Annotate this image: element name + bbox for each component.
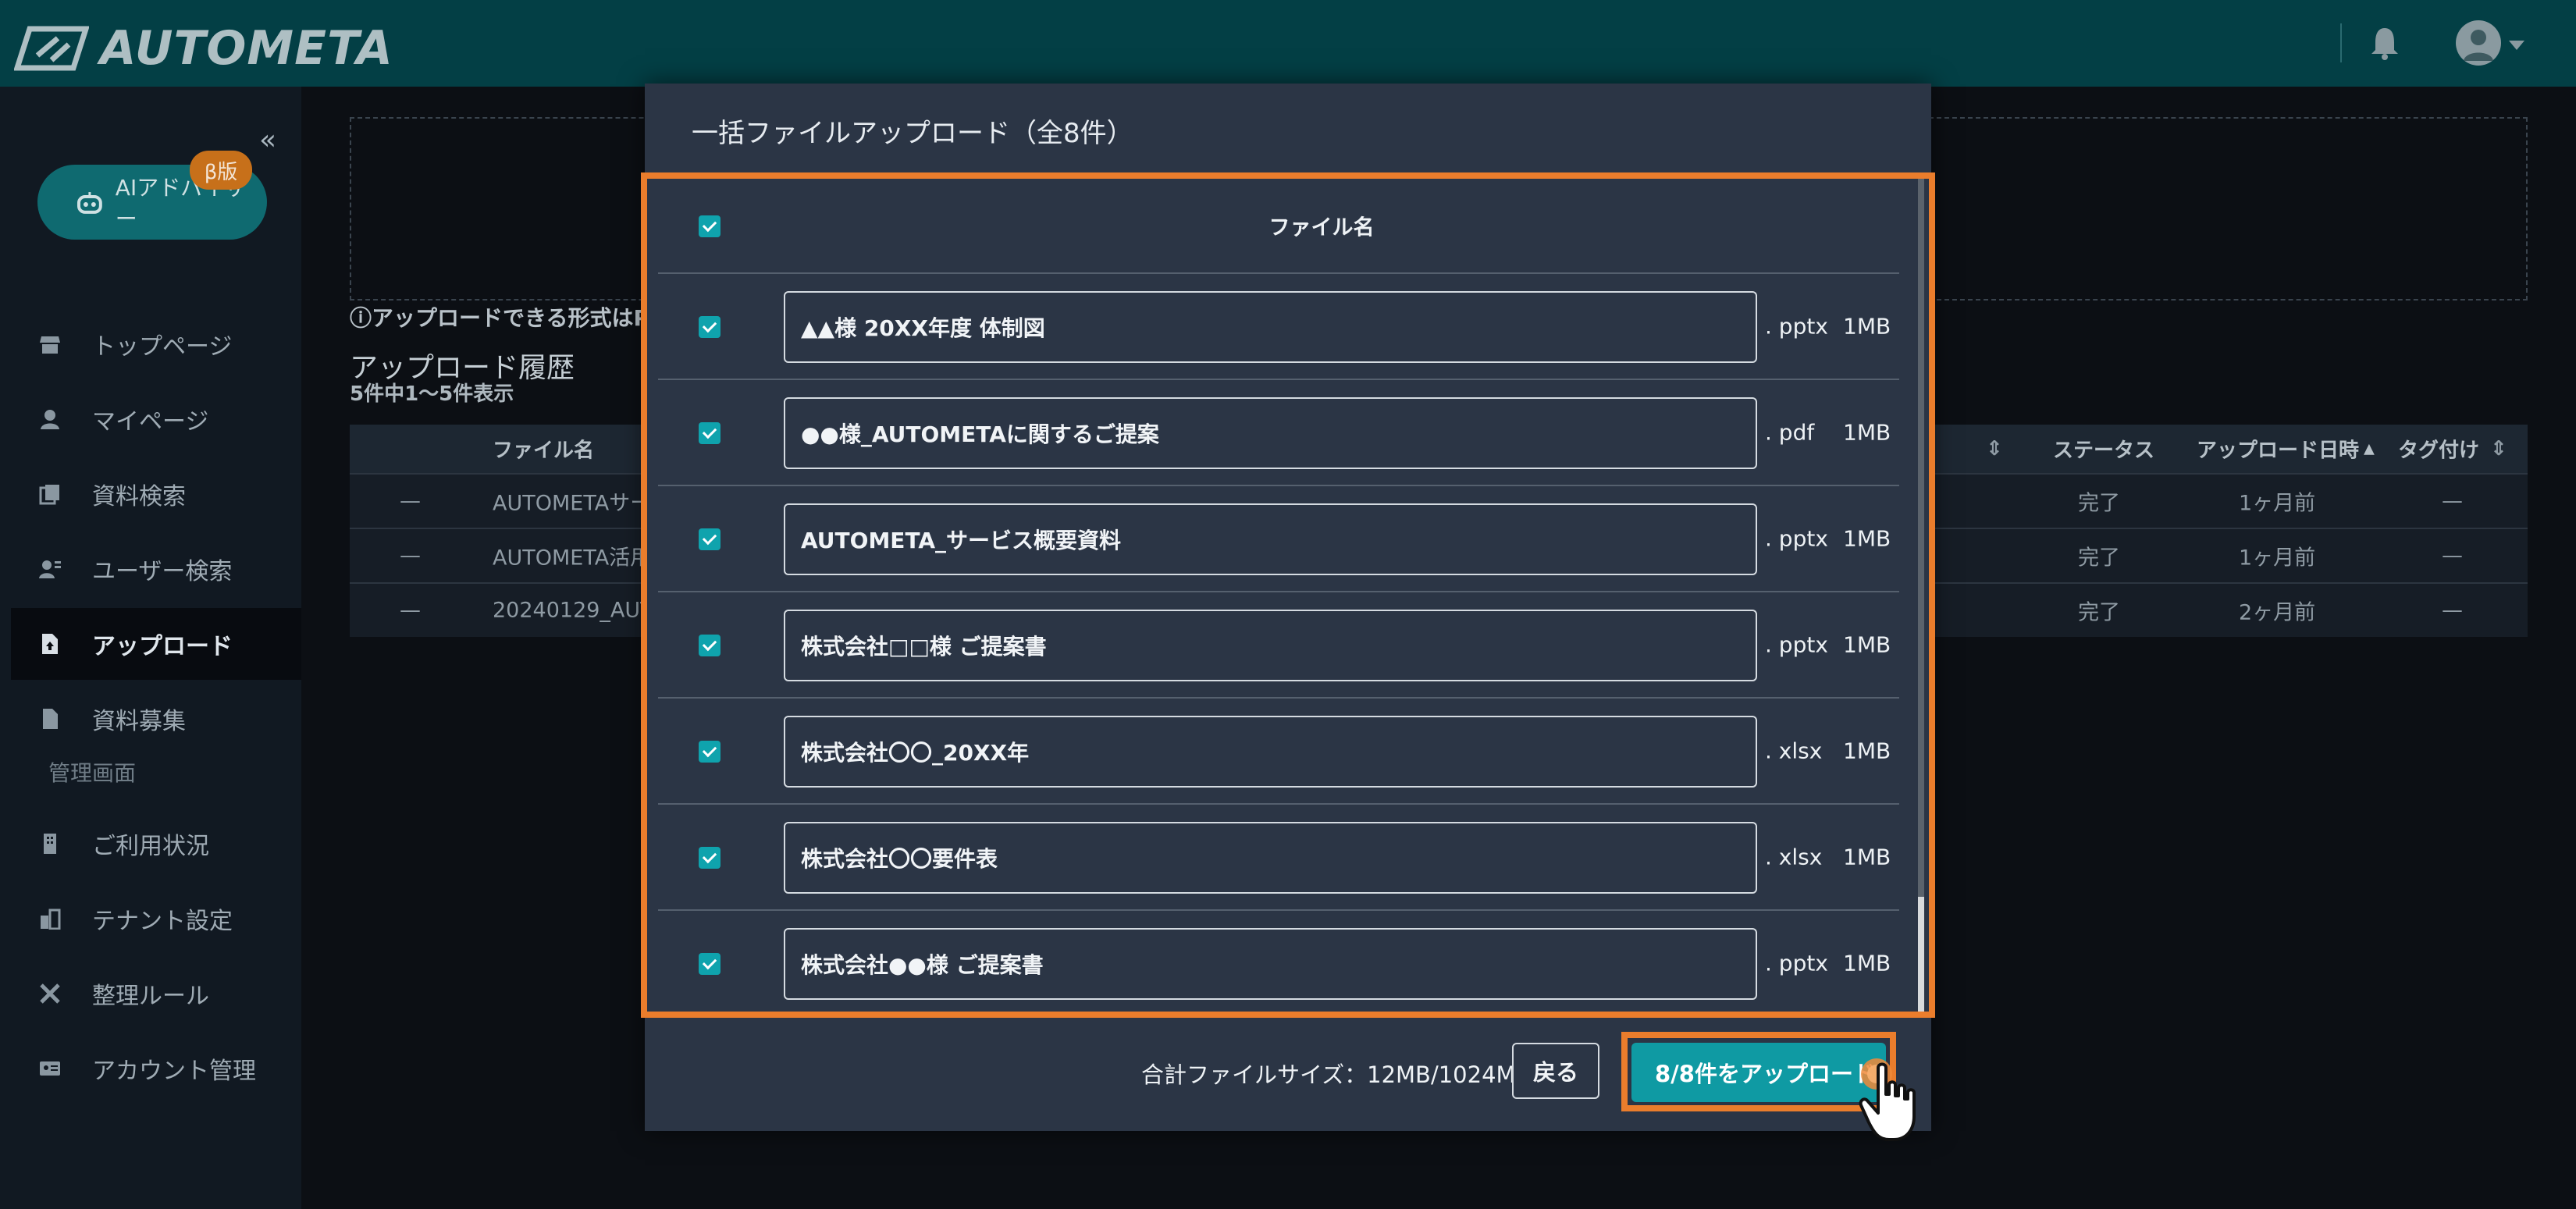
user-avatar-icon[interactable]: [2456, 20, 2501, 66]
sidebar: « AIアドバイザー β版 トップページ マイページ 資料検索 ユーザー検索 ア…: [0, 87, 301, 1209]
back-button[interactable]: 戻る: [1512, 1043, 1599, 1099]
sidebar-item-label: ユーザー検索: [92, 558, 233, 585]
row-filename: AUTOMETA活用: [493, 546, 652, 571]
beta-badge: β版: [190, 151, 252, 190]
sidebar-item-user-search[interactable]: ユーザー検索: [11, 533, 301, 605]
caret-down-icon[interactable]: [2509, 41, 2524, 50]
robot-icon: [76, 192, 102, 214]
column-header-tagging[interactable]: タグ付け: [2398, 435, 2479, 464]
column-header-upload-date[interactable]: アップロード日時: [2197, 435, 2359, 464]
total-file-size: 合計ファイルサイズ：12MB/1024MB: [1141, 1061, 1532, 1088]
pointer-hand-icon: [1859, 1058, 1916, 1141]
info-icon: ⓘ: [350, 305, 372, 331]
building-icon: [44, 834, 56, 854]
row-date: 1ヶ月前: [2239, 491, 2316, 516]
sidebar-item-rules[interactable]: 整理ルール: [11, 958, 301, 1029]
sidebar-item-label: 整理ルール: [92, 983, 209, 1010]
id-card-icon: [40, 1061, 60, 1076]
sidebar-item-account-management[interactable]: アカウント管理: [11, 1033, 301, 1104]
modal-title: 一括ファイルアップロード（全8件）: [692, 118, 1133, 149]
app-header: AUTOMETA: [0, 0, 2576, 87]
sidebar-item-upload[interactable]: アップロード: [11, 608, 301, 680]
column-header-filename[interactable]: ファイル名: [493, 435, 594, 464]
store-icon: [40, 336, 60, 354]
sort-asc-icon[interactable]: ▲: [2364, 441, 2375, 457]
user-search-icon: [39, 560, 61, 578]
file-icon: [43, 709, 58, 729]
row-status: 完了: [2078, 600, 2120, 625]
row-marker: —: [400, 598, 421, 623]
logo[interactable]: AUTOMETA: [14, 17, 393, 80]
row-status: 完了: [2078, 546, 2120, 571]
sidebar-item-my-page[interactable]: マイページ: [11, 383, 301, 455]
sort-icon[interactable]: ⇕: [1986, 437, 2003, 460]
sort-icon[interactable]: ⇕: [2490, 437, 2507, 460]
sidebar-item-label: マイページ: [92, 408, 209, 436]
sidebar-item-document-search[interactable]: 資料検索: [11, 458, 301, 530]
collapse-sidebar-button[interactable]: «: [259, 124, 276, 156]
upload-file-icon: [42, 634, 58, 654]
sidebar-item-usage[interactable]: ご利用状況: [11, 808, 301, 880]
logo-mark-icon: [14, 26, 89, 71]
sidebar-item-label: 資料募集: [92, 708, 186, 735]
bell-icon[interactable]: [2369, 25, 2400, 61]
person-icon: [41, 410, 59, 429]
logo-text: AUTOMETA: [100, 21, 393, 76]
row-status: 完了: [2078, 491, 2120, 516]
row-marker: —: [400, 489, 421, 514]
sidebar-item-label: アップロード: [92, 633, 233, 660]
row-filename: 20240129_AUT: [493, 598, 653, 623]
file-list-highlight: [641, 172, 1935, 1018]
row-tag: —: [2442, 543, 2463, 568]
header-divider: [2340, 23, 2342, 62]
tools-icon: [40, 983, 60, 1004]
sidebar-item-label: ご利用状況: [92, 833, 209, 860]
column-header-status[interactable]: ステータス: [2053, 435, 2154, 464]
row-tag: —: [2442, 489, 2463, 514]
sidebar-item-tenant-settings[interactable]: テナント設定: [11, 883, 301, 955]
row-filename: AUTOMETAサー: [493, 491, 652, 516]
sidebar-item-label: 資料検索: [92, 483, 186, 510]
row-marker: —: [400, 543, 421, 568]
row-date: 1ヶ月前: [2239, 546, 2316, 571]
sidebar-item-label: トップページ: [92, 333, 233, 361]
sidebar-item-document-recruit[interactable]: 資料募集: [11, 683, 301, 755]
sidebar-item-top-page[interactable]: トップページ: [11, 308, 301, 380]
documents-icon: [39, 485, 59, 505]
row-date: 2ヶ月前: [2239, 600, 2316, 625]
sidebar-item-label: アカウント管理: [92, 1058, 256, 1085]
admin-section-label: 管理画面: [48, 760, 137, 786]
row-tag: —: [2442, 598, 2463, 623]
upload-history-count: 5件中1〜5件表示: [350, 382, 514, 406]
sidebar-item-label: テナント設定: [92, 908, 233, 935]
tenant-icon: [41, 909, 61, 930]
upload-format-note: ⓘアップロードできる形式はP: [350, 305, 649, 331]
